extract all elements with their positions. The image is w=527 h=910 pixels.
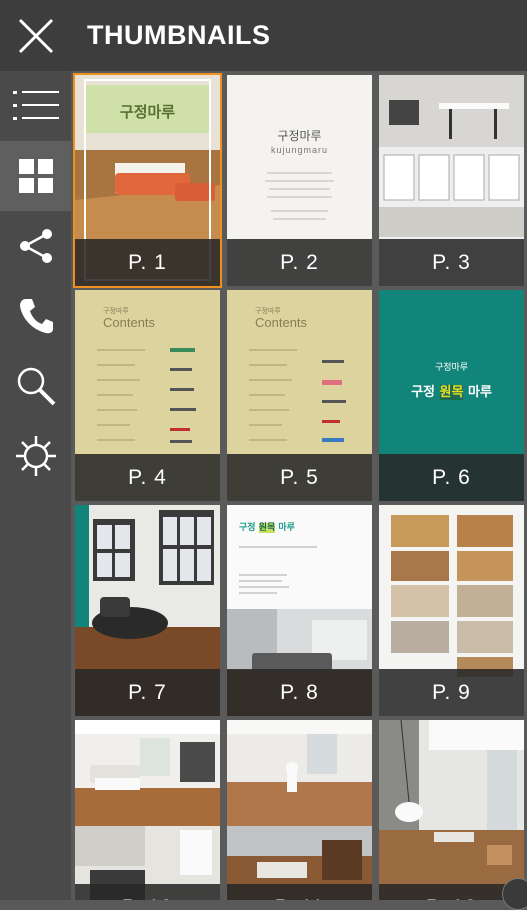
thumbnail-label: P. 10	[75, 884, 220, 900]
list-icon	[12, 91, 59, 120]
page-4-heading: Contents	[103, 315, 156, 330]
sidebar-item-thumbnails[interactable]	[0, 141, 71, 211]
phone-icon	[19, 299, 53, 334]
page-6-title-c: 마루	[467, 385, 492, 400]
thumbnail-page-3[interactable]: P. 3	[379, 75, 524, 286]
page-11-image	[227, 720, 372, 900]
thumbnail-page-9[interactable]: P. 9	[379, 505, 524, 716]
page-title: THUMBNAILS	[87, 20, 271, 50]
thumbnail-label: P. 2	[227, 239, 372, 286]
search-icon	[17, 367, 55, 406]
thumbnail-page-6[interactable]: 구정마루 구정 원목 마루 P. 6	[379, 290, 524, 501]
thumbnail-grid: 구정마루 P. 1 구정마루 kujungmaru P. 2 P. 3 구정마루…	[71, 71, 527, 900]
page-12-image	[379, 720, 524, 900]
grid-icon	[18, 159, 53, 193]
thumbnail-page-10[interactable]: P. 10	[75, 720, 220, 900]
share-icon	[19, 229, 52, 263]
thumbnail-label: P. 5	[227, 454, 372, 501]
thumbnail-label: P. 4	[75, 454, 220, 501]
sidebar-item-search[interactable]	[0, 351, 71, 421]
sidebar	[0, 71, 71, 900]
page-1-title: 구정마루	[119, 103, 176, 121]
close-icon	[18, 18, 53, 53]
thumbnail-page-11[interactable]: P. 11	[227, 720, 372, 900]
page-6-small-title: 구정마루	[434, 363, 469, 373]
page-6-title: 구정 원목 마루	[379, 381, 524, 400]
thumbnail-page-8[interactable]: 구정 원목 마루 P. 8	[227, 505, 372, 716]
thumbnail-label: P. 3	[379, 239, 524, 286]
thumbnail-label: P. 9	[379, 669, 524, 716]
thumbnail-page-12[interactable]: P. 12	[379, 720, 524, 900]
sidebar-item-share[interactable]	[0, 211, 71, 281]
thumbnail-label: P. 6	[379, 454, 524, 501]
page-5-heading: Contents	[255, 315, 308, 330]
thumbnail-label: P. 11	[227, 884, 372, 900]
thumbnail-label: P. 1	[75, 239, 220, 286]
page-2-title: 구정마루	[277, 129, 322, 143]
thumbnail-page-2[interactable]: 구정마루 kujungmaru P. 2	[227, 75, 372, 286]
page-6-title-a: 구정	[411, 385, 435, 400]
close-button[interactable]	[0, 0, 71, 71]
thumbnail-label: P. 7	[75, 669, 220, 716]
sidebar-item-settings[interactable]	[0, 421, 71, 491]
gear-icon	[15, 436, 56, 476]
sidebar-item-list[interactable]	[0, 71, 71, 141]
page-6-title-b: 원목	[439, 385, 464, 400]
thumbnail-page-5[interactable]: 구정마루 Contents P. 5	[227, 290, 372, 501]
thumbnail-page-7[interactable]: P. 7	[75, 505, 220, 716]
thumbnail-page-4[interactable]: 구정마루 Contents P. 4	[75, 290, 220, 501]
thumbnail-page-1[interactable]: 구정마루 P. 1	[73, 73, 222, 288]
sidebar-item-call[interactable]	[0, 281, 71, 351]
header-bar: THUMBNAILS	[0, 0, 527, 71]
scroll-handle[interactable]	[502, 878, 527, 910]
page-2-subtitle: kujungmaru	[270, 145, 329, 155]
page-10-image	[75, 720, 220, 900]
thumbnail-label: P. 8	[227, 669, 372, 716]
